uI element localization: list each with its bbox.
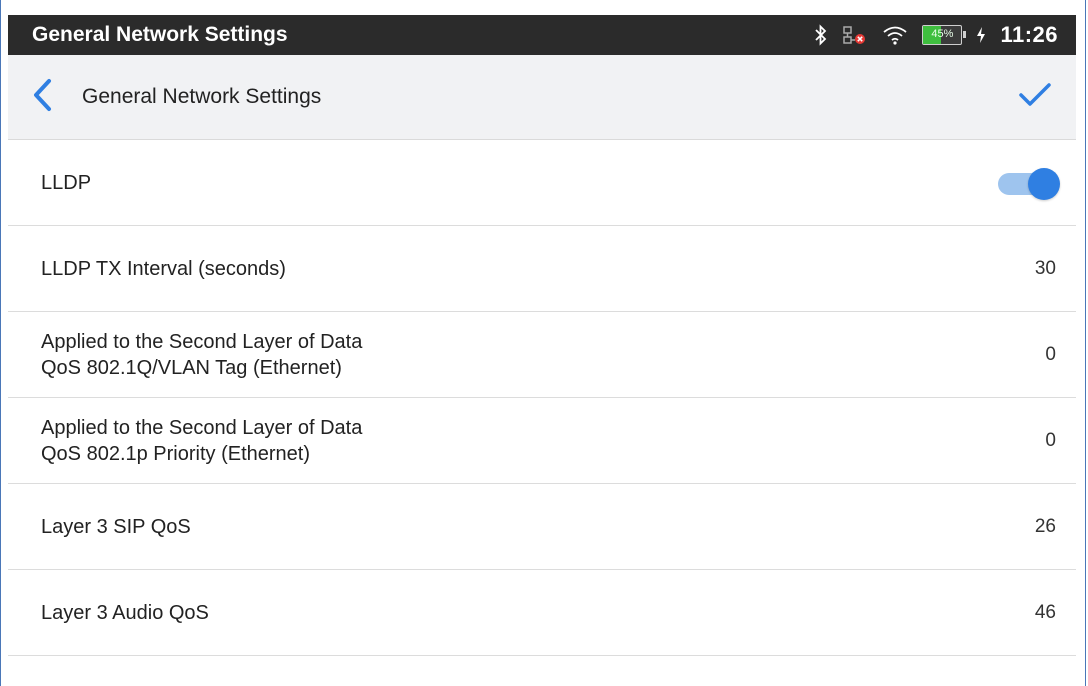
page-title: General Network Settings [82, 85, 322, 108]
battery-percent: 45% [931, 28, 954, 40]
confirm-button[interactable] [1010, 55, 1060, 139]
lldp-toggle[interactable] [998, 167, 1060, 200]
toggle-knob [1028, 167, 1060, 200]
setting-label-line2: QoS 802.1Q/VLAN Tag (Ethernet) [41, 356, 342, 379]
battery-icon: 45% [922, 25, 967, 45]
setting-label: Applied to the Second Layer of Data QoS … [41, 329, 362, 381]
back-button[interactable] [8, 55, 78, 139]
setting-label: Layer 3 SIP QoS [41, 515, 191, 538]
setting-label-line2: QoS 802.1p Priority (Ethernet) [41, 442, 311, 465]
checkmark-icon [1019, 82, 1051, 113]
bluetooth-icon [814, 24, 828, 46]
setting-label: LLDP TX Interval (seconds) [41, 257, 286, 280]
setting-value: 0 [1045, 429, 1056, 451]
status-icons: 45% 11:26 [814, 22, 1058, 48]
settings-list: LLDP LLDP TX Interval (seconds) 30 Appli… [8, 140, 1076, 656]
app-header: General Network Settings [8, 55, 1076, 140]
wifi-icon [882, 24, 908, 46]
status-bar-title: General Network Settings [32, 23, 288, 46]
setting-label-line1: Applied to the Second Layer of Data [41, 330, 363, 353]
setting-lldp-tx-interval[interactable]: LLDP TX Interval (seconds) 30 [8, 226, 1076, 312]
setting-label: Applied to the Second Layer of Data QoS … [41, 415, 362, 467]
chevron-left-icon [32, 78, 54, 117]
status-bar: General Network Settings 45% 11:26 [8, 15, 1076, 55]
setting-label: Layer 3 Audio QoS [41, 601, 209, 624]
clock: 11:26 [1000, 22, 1058, 47]
setting-value: 0 [1045, 343, 1056, 365]
setting-label: LLDP [41, 171, 92, 194]
setting-lldp[interactable]: LLDP [8, 140, 1076, 226]
setting-layer3-sip-qos[interactable]: Layer 3 SIP QoS 26 [8, 484, 1076, 570]
charging-icon [976, 26, 986, 44]
setting-value: 46 [1034, 601, 1056, 623]
setting-8021p-priority[interactable]: Applied to the Second Layer of Data QoS … [8, 398, 1076, 484]
setting-label-line1: Applied to the Second Layer of Data [41, 416, 363, 439]
setting-layer3-audio-qos[interactable]: Layer 3 Audio QoS 46 [8, 570, 1076, 656]
setting-value: 26 [1034, 515, 1056, 537]
setting-vlan-tag[interactable]: Applied to the Second Layer of Data QoS … [8, 312, 1076, 398]
network-disconnected-icon [842, 24, 868, 46]
setting-value: 30 [1034, 257, 1056, 279]
